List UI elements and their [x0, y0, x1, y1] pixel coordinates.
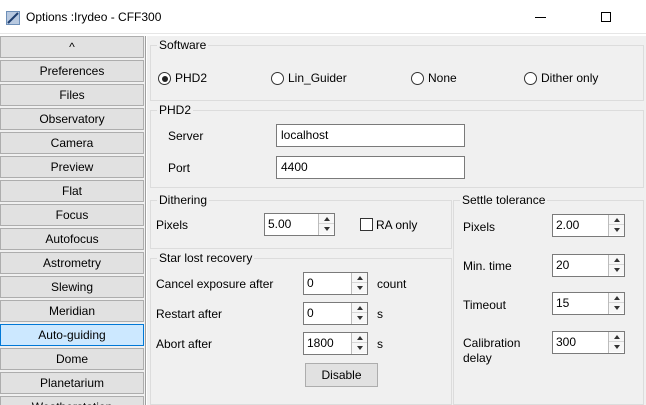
star-lost-group-title: Star lost recovery — [157, 251, 255, 265]
timeout-label: Timeout — [463, 298, 506, 312]
ra-only-checkbox[interactable] — [360, 218, 373, 231]
min-time-value: 20 — [556, 258, 570, 272]
ra-only-label: RA only — [376, 218, 418, 232]
software-group-title: Software — [157, 38, 209, 52]
port-input[interactable]: 4400 — [276, 156, 465, 179]
settle-pixels-down-icon[interactable] — [609, 225, 624, 235]
dither-pixels-up-icon[interactable] — [319, 214, 334, 224]
app-icon — [6, 11, 20, 25]
sidebar-item-auto-guiding[interactable]: Auto-guiding — [0, 324, 144, 346]
phd2-radio[interactable] — [158, 72, 171, 85]
port-label: Port — [168, 161, 191, 175]
min-time-down-icon[interactable] — [609, 265, 624, 275]
timeout-up-icon[interactable] — [609, 293, 624, 303]
min-time-label: Min. time — [463, 259, 512, 273]
maximize-icon — [601, 12, 611, 22]
cancel-exposure-value: 0 — [307, 276, 314, 290]
phd2-radio-label: PHD2 — [175, 71, 208, 85]
sidebar-item-focus[interactable]: Focus — [0, 204, 144, 226]
sidebar-item-preview[interactable]: Preview — [0, 156, 144, 178]
sidebar-item-weatherstation[interactable]: Weatherstation — [0, 396, 144, 405]
dither-pixels-value: 5.00 — [268, 217, 292, 231]
none-radio-label: None — [428, 71, 457, 85]
timeout-down-icon[interactable] — [609, 303, 624, 313]
sidebar-item-preferences[interactable]: Preferences — [0, 60, 144, 82]
settle-pixels-label: Pixels — [463, 220, 496, 234]
restart-after-stepper[interactable]: 0 — [303, 302, 368, 325]
auto-guiding-panel: Software PHD2 Lin_Guider None Dither onl… — [147, 36, 646, 405]
dither-pixels-down-icon[interactable] — [319, 224, 334, 234]
restart-after-down-icon[interactable] — [352, 313, 367, 323]
cancel-exposure-label: Cancel exposure after — [156, 277, 274, 291]
abort-after-stepper[interactable]: 1800 — [303, 332, 368, 355]
settle-tolerance-group-title: Settle tolerance — [460, 193, 548, 207]
server-input[interactable]: localhost — [276, 124, 465, 147]
dither-pixels-stepper[interactable]: 5.00 — [264, 213, 335, 236]
calibration-delay-down-icon[interactable] — [609, 342, 624, 352]
settle-pixels-up-icon[interactable] — [609, 215, 624, 225]
sidebar-item-observatory[interactable]: Observatory — [0, 108, 144, 130]
minimize-button[interactable] — [525, 6, 555, 28]
server-label: Server — [168, 129, 204, 143]
abort-after-label: Abort after — [156, 337, 213, 351]
disable-button[interactable]: Disable — [305, 363, 378, 387]
calibration-delay-label-line2: delay — [463, 351, 492, 365]
min-time-stepper[interactable]: 20 — [552, 254, 625, 277]
sidebar-item-planetarium[interactable]: Planetarium — [0, 372, 144, 394]
dither-only-radio[interactable] — [524, 72, 537, 85]
cancel-exposure-up-icon[interactable] — [352, 273, 367, 283]
restart-after-label: Restart after — [156, 307, 223, 321]
timeout-value: 15 — [556, 296, 570, 310]
timeout-stepper[interactable]: 15 — [552, 292, 625, 315]
sidebar-scroll-up-button[interactable]: ^ — [0, 36, 144, 58]
sidebar-item-flat[interactable]: Flat — [0, 180, 144, 202]
restart-after-up-icon[interactable] — [352, 303, 367, 313]
settle-pixels-value: 2.00 — [556, 218, 580, 232]
calibration-delay-label-line1: Calibration — [463, 336, 521, 350]
cancel-exposure-stepper[interactable]: 0 — [303, 272, 368, 295]
maximize-button[interactable] — [591, 6, 621, 28]
abort-after-unit: s — [377, 337, 383, 351]
sidebar-item-slewing[interactable]: Slewing — [0, 276, 144, 298]
sidebar-item-meridian[interactable]: Meridian — [0, 300, 144, 322]
calibration-delay-up-icon[interactable] — [609, 332, 624, 342]
dither-pixels-label: Pixels — [156, 218, 189, 232]
none-radio[interactable] — [411, 72, 424, 85]
lin-guider-radio[interactable] — [271, 72, 284, 85]
calibration-delay-value: 300 — [556, 335, 577, 349]
sidebar-item-camera[interactable]: Camera — [0, 132, 144, 154]
dithering-group-title: Dithering — [157, 193, 210, 207]
sidebar-item-files[interactable]: Files — [0, 84, 144, 106]
calibration-delay-stepper[interactable]: 300 — [552, 331, 625, 354]
window-title: Options :Irydeo - CFF300 — [26, 10, 162, 24]
sidebar-item-dome[interactable]: Dome — [0, 348, 144, 370]
restart-after-value: 0 — [307, 306, 314, 320]
lin-guider-radio-label: Lin_Guider — [288, 71, 347, 85]
sidebar-item-astrometry[interactable]: Astrometry — [0, 252, 144, 274]
min-time-up-icon[interactable] — [609, 255, 624, 265]
abort-after-down-icon[interactable] — [352, 343, 367, 353]
abort-after-up-icon[interactable] — [352, 333, 367, 343]
abort-after-value: 1800 — [307, 336, 334, 350]
minimize-icon — [534, 16, 546, 18]
cancel-exposure-unit: count — [377, 277, 407, 291]
options-sidebar: ^ Preferences Files Observatory Camera P… — [0, 36, 146, 405]
cancel-exposure-down-icon[interactable] — [352, 283, 367, 293]
restart-after-unit: s — [377, 307, 383, 321]
dither-only-radio-label: Dither only — [541, 71, 599, 85]
settle-pixels-stepper[interactable]: 2.00 — [552, 214, 625, 237]
phd2-group-title: PHD2 — [157, 103, 194, 117]
title-bar: Options :Irydeo - CFF300 — [0, 0, 646, 34]
sidebar-item-autofocus[interactable]: Autofocus — [0, 228, 144, 250]
